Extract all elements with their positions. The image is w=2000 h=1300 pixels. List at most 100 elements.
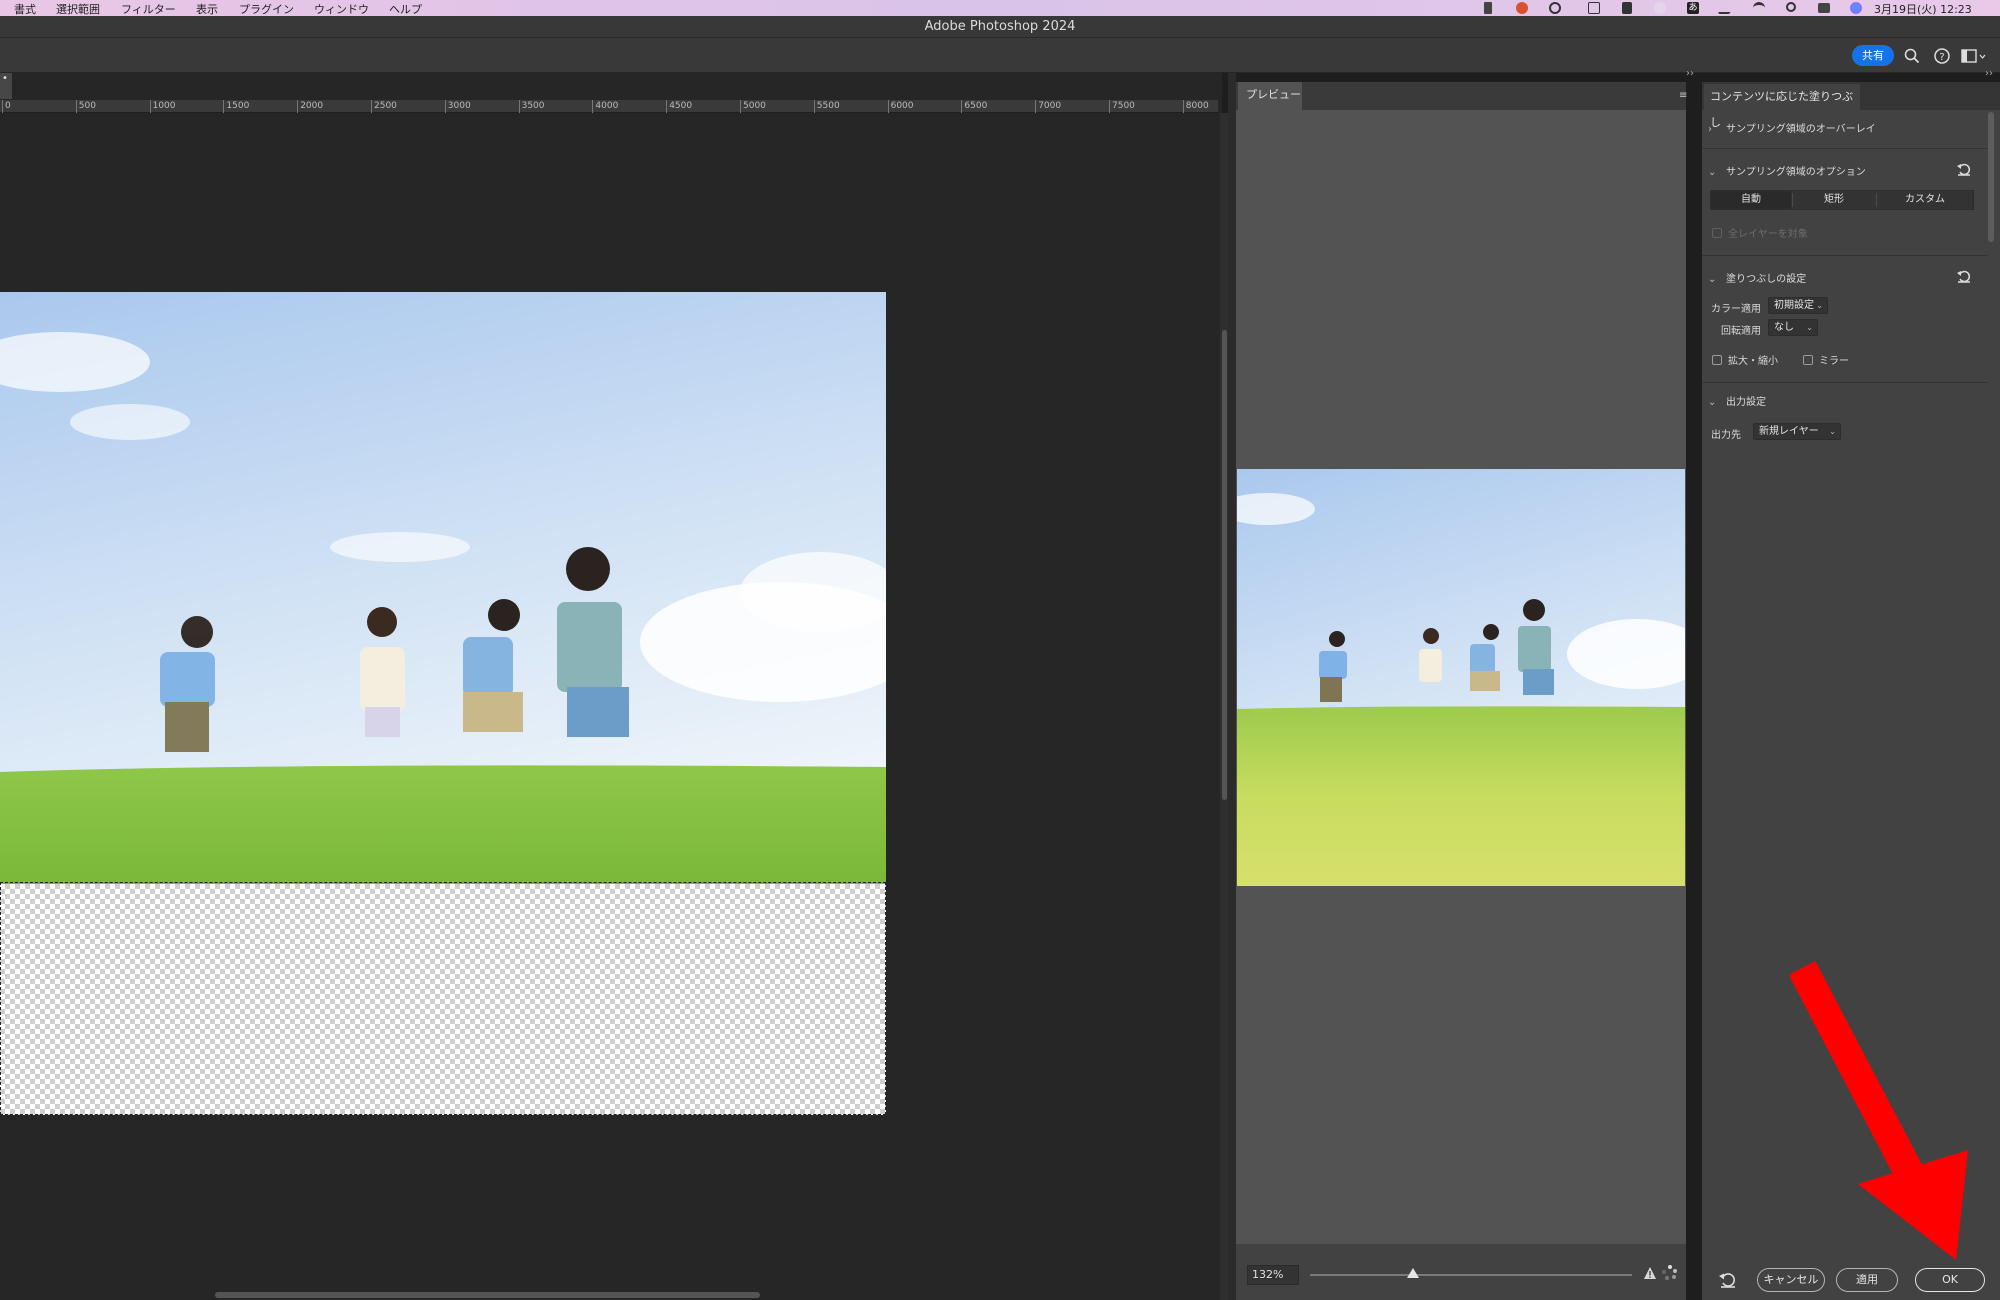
output-to-label: 出力先 — [1711, 430, 1741, 441]
collapse-panel-icon[interactable]: ›› — [1985, 68, 1993, 79]
rotation-adapt-label: 回転適用 — [1721, 326, 1761, 337]
reset-icon[interactable] — [1956, 161, 1972, 177]
divider — [1702, 148, 1988, 149]
menu-format[interactable]: 書式 — [14, 1, 36, 17]
ruler-tick-label: 5000 — [740, 100, 766, 113]
content-aware-fill-panel — [1702, 82, 2000, 1300]
menu-help[interactable]: ヘルプ — [389, 1, 422, 17]
help-icon[interactable]: ? — [1933, 47, 1951, 65]
all-layers-label: 全レイヤーを対象 — [1728, 229, 1808, 240]
input-method-icon[interactable]: あ — [1687, 2, 1699, 14]
preview-footer — [1236, 1244, 1686, 1300]
circle-icon[interactable] — [1654, 2, 1666, 14]
chevron-down-icon: ⌄ — [1816, 301, 1823, 310]
ruler-tick-label: 1000 — [149, 100, 176, 113]
zoom-slider[interactable] — [1310, 1274, 1632, 1276]
menu-plugins[interactable]: プラグイン — [239, 1, 294, 17]
reset-all-button[interactable] — [1718, 1269, 1738, 1289]
figma-icon[interactable] — [1484, 2, 1492, 14]
panel-menu-icon[interactable]: ≡ — [1679, 90, 1687, 101]
ruler-tick-label: 3000 — [444, 100, 471, 113]
divider — [1702, 255, 1988, 256]
search-icon[interactable] — [1903, 47, 1921, 65]
mirror-label: ミラー — [1819, 356, 1849, 367]
ruler-tick-label: 3500 — [518, 100, 545, 113]
chevron-down-icon: ⌄ — [1708, 167, 1717, 178]
cancel-button[interactable]: キャンセル — [1757, 1268, 1825, 1292]
menu-filter[interactable]: フィルター — [121, 1, 176, 17]
menubar: 書式 選択範囲 フィルター 表示 プラグイン ウィンドウ ヘルプ あ 3月19日… — [0, 0, 2000, 16]
ruler-tick-label: 6000 — [887, 100, 914, 113]
siri-icon[interactable] — [1850, 2, 1862, 14]
ok-button[interactable]: OK — [1915, 1268, 1985, 1292]
collapse-preview-icon[interactable]: ›› — [1686, 68, 1694, 79]
ruler-tick-label: 7500 — [1109, 100, 1135, 113]
rotation-adapt-dropdown[interactable]: なし ⌄ — [1768, 319, 1818, 336]
segment-auto[interactable]: 自動 — [1711, 191, 1791, 209]
app-title: Adobe Photoshop 2024 — [0, 16, 2000, 38]
chevron-down-icon: ⌄ — [1708, 397, 1717, 408]
mute-icon[interactable] — [1717, 2, 1735, 14]
vertical-scroll-thumb[interactable] — [1222, 330, 1227, 800]
screen-icon[interactable] — [1588, 2, 1600, 14]
output-to-dropdown[interactable]: 新規レイヤー ⌄ — [1753, 423, 1841, 440]
options-bar — [0, 38, 2000, 73]
spotlight-icon[interactable] — [1786, 2, 1796, 12]
section-output-header[interactable]: ⌄ 出力設定 — [1708, 393, 1766, 408]
tab-content-aware-fill[interactable]: コンテンツに応じた塗りつぶし — [1704, 84, 1860, 129]
ruler-tick-label: 500 — [75, 100, 96, 113]
section-sampling-header[interactable]: ⌄ サンプリング領域のオプション — [1708, 163, 1866, 178]
creative-cloud-icon[interactable] — [1549, 2, 1561, 14]
segment-custom[interactable]: カスタム — [1877, 191, 1973, 209]
document-tab[interactable]: • — [0, 73, 12, 99]
apply-button[interactable]: 適用 — [1836, 1268, 1898, 1292]
ruler-tick-label: 6500 — [961, 100, 987, 113]
control-center-icon[interactable] — [1818, 3, 1830, 13]
ruler-tick-label: 8000 — [1182, 100, 1209, 113]
share-button[interactable]: 共有 — [1852, 45, 1894, 66]
segment-rectangle[interactable]: 矩形 — [1793, 191, 1875, 209]
ruler-tick-label: 0 — [2, 100, 11, 113]
chevron-right-icon: › — [1708, 124, 1712, 135]
wifi-icon[interactable] — [1753, 2, 1765, 14]
ruler-tick-label: 5500 — [813, 100, 840, 113]
panel-scrollbar[interactable] — [1988, 112, 1994, 242]
horizontal-scroll-thumb[interactable] — [215, 1292, 760, 1298]
divider — [1702, 382, 1988, 383]
preview-tabbar — [1236, 82, 1686, 110]
all-layers-checkbox[interactable] — [1712, 228, 1722, 238]
app-status-icon[interactable] — [1516, 2, 1528, 14]
color-adapt-label: カラー適用 — [1711, 304, 1761, 315]
canvas-photo — [0, 292, 886, 884]
zoom-input[interactable]: 132% — [1247, 1265, 1299, 1285]
preview-photo — [1237, 469, 1685, 886]
scale-checkbox[interactable] — [1712, 355, 1722, 365]
menu-view[interactable]: 表示 — [196, 1, 218, 17]
svg-text:?: ? — [1939, 52, 1944, 63]
mirror-checkbox[interactable] — [1803, 355, 1813, 365]
color-adapt-dropdown[interactable]: 初期設定 ⌄ — [1768, 297, 1828, 314]
color-adapt-value: 初期設定 — [1774, 300, 1814, 311]
menu-select[interactable]: 選択範囲 — [56, 1, 100, 17]
menu-window[interactable]: ウィンドウ — [314, 1, 369, 17]
scale-label: 拡大・縮小 — [1728, 356, 1778, 367]
workspace-icon[interactable] — [1960, 47, 1986, 65]
rotation-adapt-value: なし — [1774, 322, 1794, 333]
warning-icon — [1644, 1267, 1656, 1279]
reset-icon[interactable] — [1956, 268, 1972, 284]
mirror-row[interactable]: ミラー — [1803, 352, 1849, 367]
scale-row[interactable]: 拡大・縮小 — [1712, 352, 1778, 367]
all-layers-row[interactable]: 全レイヤーを対象 — [1712, 225, 1808, 240]
ruler-tick-label: 7000 — [1035, 100, 1061, 113]
panel-divider[interactable] — [1228, 73, 1236, 1300]
clipboard-icon[interactable] — [1622, 2, 1632, 14]
tab-preview[interactable]: プレビュー — [1238, 82, 1302, 110]
clock[interactable]: 3月19日(火) 12:23 — [1874, 1, 1972, 17]
ruler-tick-label: 2500 — [371, 100, 397, 113]
zoom-slider-thumb[interactable] — [1407, 1268, 1419, 1278]
section-sampling-title: サンプリング領域のオプション — [1726, 167, 1866, 178]
transparent-fill-area — [0, 884, 886, 1115]
sampling-mode-segmented: 自動 矩形 カスタム — [1710, 190, 1974, 210]
section-fill-header[interactable]: ⌄ 塗りつぶしの設定 — [1708, 270, 1806, 285]
section-overlay-header[interactable]: › サンプリング領域のオーバーレイ — [1708, 120, 1876, 135]
